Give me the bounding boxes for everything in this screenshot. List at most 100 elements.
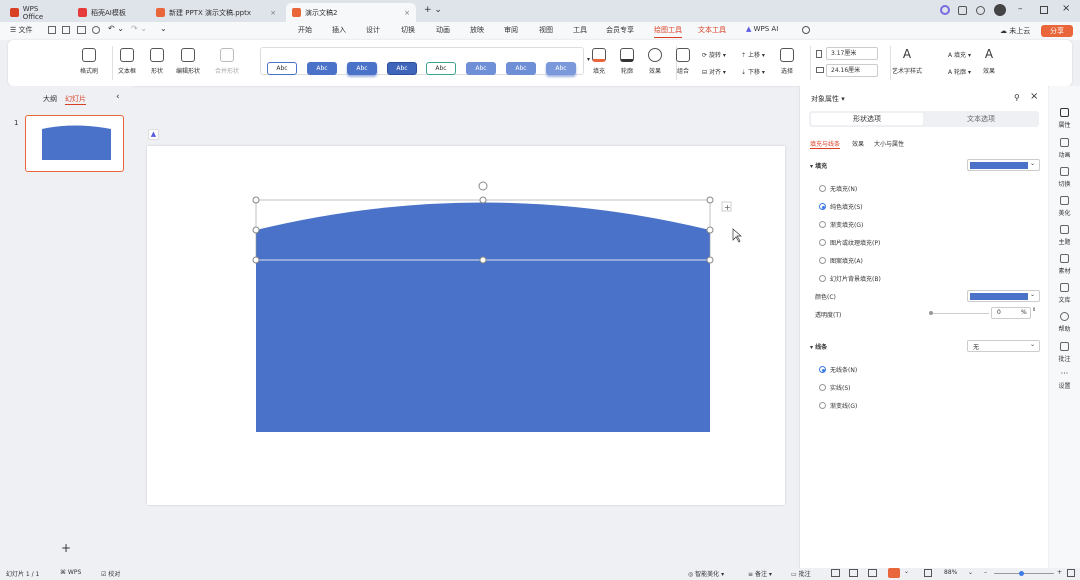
text-effect-icon: A <box>984 47 994 61</box>
height-icon <box>816 50 822 58</box>
art-text-style-button[interactable]: A 艺术字样式 <box>892 48 922 75</box>
fill-color-dropdown[interactable]: ⌄ <box>967 159 1040 171</box>
slider-handle[interactable] <box>929 311 933 315</box>
chevron-down-icon: ⌄ <box>1030 341 1036 348</box>
sorter-view-icon[interactable] <box>849 569 858 577</box>
beautify-icon <box>1060 196 1069 205</box>
spinner-icon[interactable]: ⇕ <box>1032 307 1036 313</box>
fill-option-pattern[interactable]: 图案填充(A) <box>819 256 863 265</box>
window-icon[interactable] <box>958 6 967 15</box>
zoom-in-icon[interactable]: + <box>1057 569 1062 576</box>
divider <box>890 46 891 80</box>
zoom-out-icon[interactable]: – <box>984 569 987 576</box>
chevron-down-icon: ⌄ <box>1030 291 1036 298</box>
shape-layer: + <box>252 181 742 433</box>
subtab-fill-line[interactable]: 填充与线条 <box>810 139 841 149</box>
normal-view-icon[interactable] <box>831 569 840 577</box>
cube-icon[interactable] <box>976 6 985 15</box>
width-input[interactable]: 24.16厘米 <box>826 64 878 77</box>
sidebar-item-animation[interactable]: 动画 <box>1049 138 1080 159</box>
panel-title: 对象属性 ▾ <box>811 95 845 103</box>
fill-option-slide-background[interactable]: 幻灯片背景填充(B) <box>819 274 881 283</box>
rotate-handle[interactable] <box>478 181 488 191</box>
theme-icon <box>1060 225 1069 234</box>
play-button[interactable] <box>888 568 900 578</box>
zoom-handle[interactable] <box>1019 571 1024 576</box>
transparency-input[interactable]: 0 % <box>991 307 1031 319</box>
text-effect-button[interactable]: A 效果 <box>982 48 996 75</box>
proofread-button[interactable]: ☑ 校对 <box>101 569 120 578</box>
sidebar-item-help[interactable]: 帮助 <box>1049 312 1080 333</box>
subtab-effect[interactable]: 效果 <box>852 139 864 148</box>
text-outline-button[interactable]: A 轮廓 ▾ <box>948 67 971 76</box>
sidebar-item-theme[interactable]: 主题 <box>1049 225 1080 246</box>
status-bar: 幻灯片 1 / 1 ⌘ WPS ☑ 校对 ◎ 智能美化 ▾ ≡ 备注 ▾ ▭ 批… <box>0 568 1080 580</box>
tab-shape-options[interactable]: 形状选项 <box>811 113 923 125</box>
sidebar-item-library[interactable]: 文库 <box>1049 283 1080 304</box>
sidebar-item-comments[interactable]: 批注 <box>1049 342 1080 363</box>
zoom-level[interactable]: 88% <box>944 569 957 576</box>
line-option-solid[interactable]: 实线(S) <box>819 383 851 392</box>
option-tabs: 形状选项 文本选项 <box>809 111 1039 127</box>
fit-window-icon[interactable] <box>924 569 932 577</box>
resize-handle[interactable] <box>252 256 260 264</box>
close-window-icon[interactable]: × <box>1062 3 1070 14</box>
fill-option-none[interactable]: 无填充(N) <box>819 184 857 193</box>
smart-beautify-button[interactable]: ◎ 智能美化 ▾ <box>688 569 724 578</box>
cursor-icon <box>732 228 742 243</box>
line-dropdown[interactable]: 无 ⌄ <box>967 340 1040 352</box>
close-panel-icon[interactable]: × <box>1030 91 1038 102</box>
avatar[interactable] <box>994 4 1006 16</box>
resize-handle[interactable] <box>252 226 260 234</box>
fill-option-picture[interactable]: 图片或纹理填充(P) <box>819 238 880 247</box>
svg-text:+: + <box>724 203 731 212</box>
share-button[interactable]: 分享 <box>1041 25 1073 37</box>
color-dropdown[interactable]: ⌄ <box>967 290 1040 302</box>
zoom-slider[interactable] <box>994 573 1054 574</box>
subtab-size-property[interactable]: 大小与属性 <box>874 139 904 148</box>
fill-option-gradient[interactable]: 渐变填充(G) <box>819 220 863 229</box>
line-option-gradient[interactable]: 渐变线(G) <box>819 401 857 410</box>
slide-info: 幻灯片 1 / 1 <box>6 571 40 578</box>
transparency-slider[interactable] <box>931 313 989 314</box>
reading-view-icon[interactable] <box>868 569 877 577</box>
resize-handle[interactable] <box>479 196 487 204</box>
resize-handle[interactable] <box>706 256 714 264</box>
theme-indicator[interactable]: ⌘ WPS <box>60 569 81 576</box>
minimize-icon[interactable]: – <box>1018 4 1023 14</box>
chevron-down-icon[interactable]: ⌄ <box>904 568 909 575</box>
arc-shape[interactable] <box>256 202 710 433</box>
ai-icon[interactable] <box>940 5 950 15</box>
search-icon[interactable] <box>802 26 810 34</box>
maximize-icon[interactable] <box>1040 6 1048 14</box>
add-slide-button[interactable]: + <box>61 541 71 555</box>
resize-handle[interactable] <box>479 256 487 264</box>
comment-icon <box>1060 342 1069 351</box>
tab-text-options[interactable]: 文本选项 <box>925 113 1037 125</box>
star-icon <box>1060 138 1069 147</box>
resize-handle[interactable] <box>706 226 714 234</box>
chevron-down-icon[interactable]: ⌄ <box>968 569 973 576</box>
text-fill-button[interactable]: A 填充 ▾ <box>948 50 971 59</box>
color-label: 颜色(C) <box>815 294 836 301</box>
sidebar-item-beautify[interactable]: 美化 <box>1049 196 1080 217</box>
sidebar-item-properties[interactable]: 属性 <box>1049 108 1080 129</box>
cloud-status[interactable]: ☁ 未上云 <box>1000 26 1030 36</box>
pin-icon[interactable]: ⚲ <box>1014 93 1020 102</box>
object-properties-panel: 对象属性 ▾ ⚲ × 形状选项 文本选项 填充与线条 效果 大小与属性 ▾ 填充… <box>799 86 1048 568</box>
height-input[interactable]: 3.17厘米 <box>826 47 878 60</box>
color-swatch <box>970 293 1028 300</box>
line-section-header[interactable]: ▾ 线条 <box>810 342 827 351</box>
fullscreen-icon[interactable] <box>1067 569 1075 577</box>
sidebar-item-material[interactable]: 素材 <box>1049 254 1080 275</box>
comments-button[interactable]: ▭ 批注 <box>791 569 811 578</box>
properties-icon <box>1060 108 1069 117</box>
resize-handle[interactable] <box>706 196 714 204</box>
line-option-none[interactable]: 无线条(N) <box>819 365 857 374</box>
fill-section-header[interactable]: ▾ 填充 <box>810 161 827 170</box>
sidebar-item-settings[interactable]: ··· 设置 <box>1049 370 1080 391</box>
notes-button[interactable]: ≡ 备注 ▾ <box>748 569 772 578</box>
resize-handle[interactable] <box>252 196 260 204</box>
fill-option-solid[interactable]: 纯色填充(S) <box>819 202 863 211</box>
sidebar-item-transition[interactable]: 切换 <box>1049 167 1080 188</box>
